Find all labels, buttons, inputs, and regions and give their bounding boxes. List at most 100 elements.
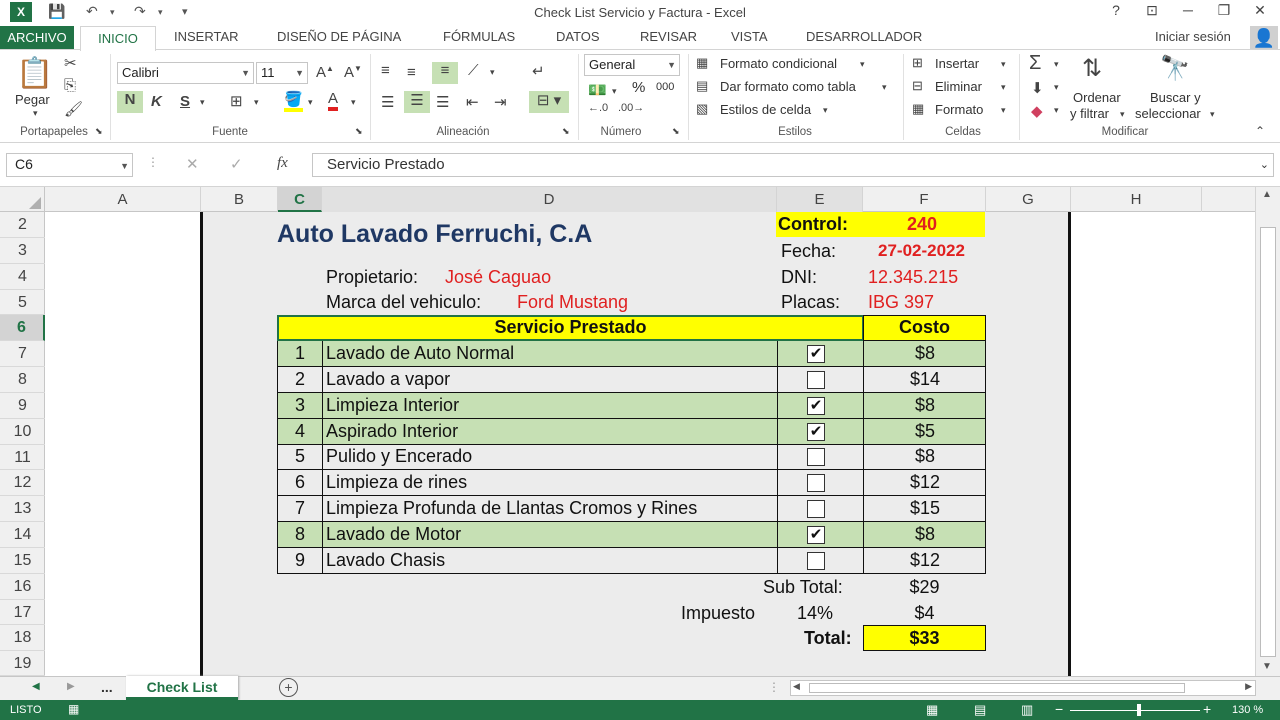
- row-header-3[interactable]: 3: [0, 238, 45, 264]
- font-name-select[interactable]: Calibri ▼: [117, 62, 254, 84]
- checkbox-unchecked[interactable]: [807, 552, 825, 570]
- font-size-select[interactable]: 11 ▼: [256, 62, 308, 84]
- cell-styles-dropdown-icon[interactable]: ▾: [823, 105, 828, 116]
- orientation-icon[interactable]: ⟋: [468, 62, 479, 79]
- format-cells-button[interactable]: Formato: [935, 102, 983, 117]
- row-header-5[interactable]: 5: [0, 290, 45, 315]
- scroll-down-icon[interactable]: ▼: [1262, 661, 1272, 672]
- zoom-out-button[interactable]: −: [1055, 701, 1063, 717]
- font-color-dropdown-icon[interactable]: ▾: [351, 97, 356, 108]
- align-top-icon[interactable]: ≡: [381, 62, 390, 79]
- align-center-icon[interactable]: ☰: [404, 91, 430, 113]
- currency-icon[interactable]: 💵: [588, 81, 607, 99]
- more-sheets-button[interactable]: ...: [101, 679, 113, 695]
- sort-filter-dropdown-icon[interactable]: ▾: [1120, 109, 1125, 120]
- horizontal-scroll-thumb[interactable]: [809, 683, 1185, 693]
- tab-vista[interactable]: VISTA: [731, 29, 768, 44]
- bold-button[interactable]: N: [117, 91, 143, 113]
- align-right-icon[interactable]: ☰: [436, 93, 449, 111]
- delete-cells-icon[interactable]: ⊟: [912, 78, 923, 94]
- checkbox-checked[interactable]: ✔: [807, 526, 825, 544]
- number-launcher-icon[interactable]: ⬊: [672, 126, 680, 137]
- wrap-text-icon[interactable]: ↵: [532, 62, 545, 80]
- tab-formulas[interactable]: FÓRMULAS: [443, 29, 515, 44]
- tab-desarrollador[interactable]: DESARROLLADOR: [806, 29, 922, 44]
- borders-icon[interactable]: ⊞: [230, 92, 243, 110]
- format-painter-icon[interactable]: 🖌: [64, 100, 83, 118]
- row-header-17[interactable]: 17: [0, 600, 45, 625]
- copy-icon[interactable]: ⎘: [64, 77, 76, 94]
- format-as-table-dropdown-icon[interactable]: ▾: [882, 82, 887, 93]
- collapse-ribbon-icon[interactable]: ⌃: [1255, 124, 1265, 138]
- paste-dropdown-icon[interactable]: ▾: [33, 108, 38, 119]
- name-box[interactable]: C6 ▼: [6, 153, 133, 177]
- expand-formula-icon[interactable]: ⌄: [1260, 154, 1269, 176]
- format-as-table-button[interactable]: Dar formato como tabla: [720, 79, 856, 94]
- fill-color-icon[interactable]: 🪣: [284, 90, 303, 112]
- scroll-right-icon[interactable]: ▶: [1245, 681, 1252, 692]
- select-all-corner[interactable]: [0, 187, 45, 212]
- sign-in-link[interactable]: Iniciar sesión: [1155, 29, 1231, 44]
- fill-dropdown-icon[interactable]: ▾: [308, 97, 313, 108]
- row-header-2[interactable]: 2: [0, 212, 45, 238]
- decrease-decimal-icon[interactable]: .00→: [618, 102, 644, 114]
- font-launcher-icon[interactable]: ⬊: [355, 126, 363, 137]
- insert-cells-icon[interactable]: ⊞: [912, 55, 923, 71]
- find-select-dropdown-icon[interactable]: ▾: [1210, 109, 1215, 120]
- delete-cells-button[interactable]: Eliminar: [935, 79, 982, 94]
- cut-icon[interactable]: ✂: [64, 54, 77, 72]
- checkbox-checked[interactable]: ✔: [807, 345, 825, 363]
- find-select-label-1[interactable]: Buscar y: [1150, 90, 1201, 105]
- zoom-slider-track[interactable]: [1070, 710, 1200, 711]
- help-button[interactable]: ?: [1101, 2, 1131, 18]
- sort-filter-label-1[interactable]: Ordenar: [1073, 90, 1121, 105]
- zoom-slider-thumb[interactable]: [1137, 704, 1141, 716]
- row-header-7[interactable]: 7: [0, 341, 45, 367]
- column-header-f[interactable]: F: [863, 187, 986, 212]
- column-header-c[interactable]: C: [278, 187, 322, 212]
- row-header-16[interactable]: 16: [0, 574, 45, 600]
- row-header-14[interactable]: 14: [0, 522, 45, 548]
- insert-cells-button[interactable]: Insertar: [935, 56, 979, 71]
- column-header-e[interactable]: E: [777, 187, 863, 212]
- close-button[interactable]: ✕: [1245, 2, 1275, 19]
- tab-split-handle[interactable]: ⋮: [768, 680, 780, 694]
- checkbox-checked[interactable]: ✔: [807, 397, 825, 415]
- row-header-6[interactable]: 6: [0, 315, 45, 341]
- prev-sheet-icon[interactable]: ◀: [32, 681, 40, 692]
- restore-button[interactable]: ❐: [1209, 2, 1239, 19]
- orientation-dropdown-icon[interactable]: ▾: [490, 67, 495, 78]
- tab-diseno-pagina[interactable]: DISEÑO DE PÁGINA: [277, 29, 401, 44]
- tab-archivo[interactable]: ARCHIVO: [0, 26, 74, 50]
- decrease-font-icon[interactable]: A▼: [344, 64, 362, 81]
- increase-decimal-icon[interactable]: ←.0: [588, 102, 608, 114]
- zoom-in-button[interactable]: +: [1203, 701, 1211, 717]
- enter-formula-icon[interactable]: ✓: [230, 155, 243, 173]
- paste-label[interactable]: Pegar: [15, 92, 50, 107]
- checkbox-unchecked[interactable]: [807, 474, 825, 492]
- sort-filter-label-2[interactable]: y filtrar: [1070, 106, 1109, 121]
- page-break-view-icon[interactable]: ▥: [1021, 702, 1033, 718]
- thousands-button[interactable]: 000: [656, 81, 674, 93]
- italic-button[interactable]: K: [151, 93, 162, 110]
- borders-dropdown-icon[interactable]: ▾: [254, 97, 259, 108]
- zoom-level[interactable]: 130 %: [1232, 704, 1263, 716]
- ribbon-display-options-icon[interactable]: ⊡: [1137, 2, 1167, 19]
- column-header-h[interactable]: H: [1071, 187, 1202, 212]
- vertical-scrollbar[interactable]: ▲ ▼: [1255, 187, 1280, 676]
- next-sheet-icon[interactable]: ▶: [67, 681, 75, 692]
- underline-dropdown-icon[interactable]: ▾: [200, 97, 205, 108]
- currency-dropdown-icon[interactable]: ▾: [612, 86, 617, 97]
- font-color-icon[interactable]: A: [328, 90, 339, 111]
- more-icon[interactable]: ⋮: [147, 155, 159, 169]
- user-avatar-icon[interactable]: 👤: [1250, 26, 1278, 50]
- new-sheet-button[interactable]: +: [279, 678, 298, 697]
- checkbox-checked[interactable]: ✔: [807, 423, 825, 441]
- find-select-label-2[interactable]: seleccionar: [1135, 106, 1201, 121]
- conditional-format-icon[interactable]: ▦: [696, 55, 708, 71]
- minimize-button[interactable]: ─: [1173, 2, 1203, 18]
- scroll-up-icon[interactable]: ▲: [1262, 189, 1272, 200]
- increase-font-icon[interactable]: A▲: [316, 64, 334, 81]
- column-header-a[interactable]: A: [45, 187, 201, 212]
- align-middle-icon[interactable]: ≡: [407, 64, 416, 81]
